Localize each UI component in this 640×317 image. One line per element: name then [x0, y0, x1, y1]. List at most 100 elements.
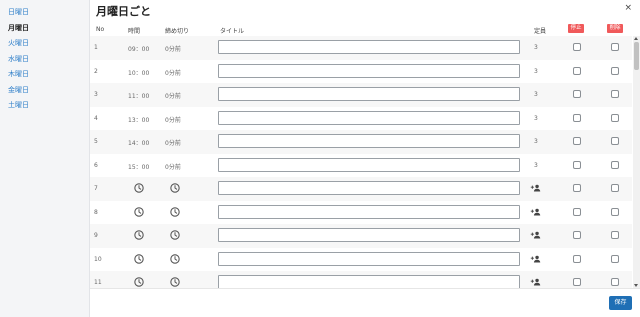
row-capacity: 3: [534, 138, 538, 145]
table-scrollbar[interactable]: [633, 36, 640, 288]
column-header-capacity: 定員: [534, 28, 547, 35]
title-input[interactable]: [218, 251, 520, 266]
sidebar-item-weekday[interactable]: 土曜日: [0, 98, 89, 114]
timeslot-table: 1 09：00 0分前 3 2 10：00 0分前 3 3 11：00 0分前 3 4 13：00 0分前 3…: [90, 36, 632, 288]
delete-checkbox[interactable]: [611, 207, 619, 216]
row-number: 10: [94, 255, 102, 263]
table-row: 6 15：00 0分前 3: [90, 154, 632, 178]
row-deadline: 0分前: [165, 140, 181, 147]
weekday-sidebar: 日曜日 月曜日 火曜日 水曜日 木曜日 金曜日 土曜日: [0, 0, 90, 317]
row-number: 7: [94, 185, 98, 192]
title-input[interactable]: [218, 134, 520, 148]
row-deadline: 0分前: [165, 93, 181, 100]
delete-checkbox[interactable]: [611, 43, 619, 51]
save-button[interactable]: 保存: [609, 296, 632, 310]
table-row: 4 13：00 0分前 3: [90, 107, 632, 131]
column-header-time: 時間: [128, 28, 141, 35]
title-input[interactable]: [218, 228, 520, 242]
stop-checkbox[interactable]: [573, 231, 581, 239]
stop-checkbox[interactable]: [573, 113, 581, 122]
stop-checkbox[interactable]: [573, 207, 581, 216]
clock-icon[interactable]: [134, 183, 144, 193]
delete-checkbox[interactable]: [611, 231, 619, 239]
stop-checkbox[interactable]: [573, 160, 581, 169]
row-capacity: 3: [534, 44, 538, 51]
row-number: 1: [94, 44, 98, 51]
row-capacity: 3: [534, 161, 538, 169]
clock-icon[interactable]: [170, 230, 180, 240]
row-time: 11：00: [128, 93, 150, 100]
title-input[interactable]: [218, 275, 520, 288]
delete-checkbox[interactable]: [611, 66, 619, 75]
add-person-icon[interactable]: [530, 255, 541, 263]
modal-title: 月曜日ごと: [96, 5, 151, 18]
app-root: 日曜日 月曜日 火曜日 水曜日 木曜日 金曜日 土曜日 月曜日ごと × No 時間 締め切り…: [0, 0, 640, 317]
delete-checkbox[interactable]: [611, 113, 619, 122]
title-input[interactable]: [218, 63, 520, 78]
add-person-icon[interactable]: [530, 278, 541, 286]
row-capacity: 3: [534, 67, 538, 75]
table-row: 11: [90, 271, 632, 288]
title-input[interactable]: [218, 181, 520, 195]
clock-icon[interactable]: [170, 253, 180, 264]
table-row: 2 10：00 0分前 3: [90, 60, 632, 84]
delete-checkbox[interactable]: [611, 184, 619, 192]
sidebar-item-weekday[interactable]: 月曜日: [0, 21, 89, 37]
delete-checkbox[interactable]: [611, 254, 619, 263]
row-number: 11: [94, 279, 102, 286]
table-row: 3 11：00 0分前 3: [90, 83, 632, 107]
row-number: 3: [94, 91, 98, 98]
row-time: 13：00: [128, 116, 150, 124]
delete-checkbox[interactable]: [611, 160, 619, 169]
row-number: 6: [94, 161, 98, 169]
add-person-icon[interactable]: [530, 184, 541, 192]
row-deadline: 0分前: [165, 163, 181, 171]
clock-icon[interactable]: [170, 277, 180, 287]
modal-footer: 保存: [90, 288, 640, 317]
clock-icon[interactable]: [134, 206, 144, 217]
delete-checkbox[interactable]: [611, 278, 619, 286]
stop-checkbox[interactable]: [573, 278, 581, 286]
weekday-modal: 月曜日ごと × No 時間 締め切り タイトル 定員 停止 削除 1 09：00 0…: [90, 0, 640, 317]
scroll-thumb[interactable]: [634, 42, 639, 70]
table-row: 7: [90, 177, 632, 201]
delete-all-button[interactable]: 削除: [607, 24, 623, 33]
sidebar-item-weekday[interactable]: 火曜日: [0, 36, 89, 52]
table-row: 9: [90, 224, 632, 248]
sidebar-item-weekday[interactable]: 水曜日: [0, 52, 89, 68]
stop-checkbox[interactable]: [573, 43, 581, 51]
delete-checkbox[interactable]: [611, 137, 619, 145]
stop-checkbox[interactable]: [573, 90, 581, 98]
stop-checkbox[interactable]: [573, 254, 581, 263]
stop-all-button[interactable]: 停止: [568, 24, 584, 33]
clock-icon[interactable]: [134, 230, 144, 240]
table-row: 1 09：00 0分前 3: [90, 36, 632, 60]
scroll-down-arrow[interactable]: [634, 284, 638, 287]
sidebar-item-weekday[interactable]: 金曜日: [0, 83, 89, 99]
add-person-icon[interactable]: [530, 208, 541, 216]
add-person-icon[interactable]: [530, 231, 541, 239]
row-deadline: 0分前: [165, 69, 181, 77]
close-icon[interactable]: ×: [624, 4, 632, 13]
sidebar-item-weekday[interactable]: 日曜日: [0, 5, 89, 21]
stop-checkbox[interactable]: [573, 137, 581, 145]
title-input[interactable]: [218, 110, 520, 125]
table-row: 10: [90, 248, 632, 272]
sidebar-item-weekday[interactable]: 木曜日: [0, 67, 89, 83]
clock-icon[interactable]: [170, 183, 180, 193]
title-input[interactable]: [218, 204, 520, 219]
scroll-up-arrow[interactable]: [634, 37, 638, 40]
title-input[interactable]: [218, 40, 520, 54]
delete-checkbox[interactable]: [611, 90, 619, 98]
title-input[interactable]: [218, 87, 520, 101]
row-number: 8: [94, 208, 98, 216]
title-input[interactable]: [218, 157, 520, 172]
column-header-deadline: 締め切り: [165, 28, 190, 35]
column-header-no: No: [96, 26, 105, 33]
stop-checkbox[interactable]: [573, 66, 581, 75]
clock-icon[interactable]: [170, 206, 180, 217]
row-capacity: 3: [534, 114, 538, 122]
clock-icon[interactable]: [134, 277, 144, 287]
clock-icon[interactable]: [134, 253, 144, 264]
stop-checkbox[interactable]: [573, 184, 581, 192]
